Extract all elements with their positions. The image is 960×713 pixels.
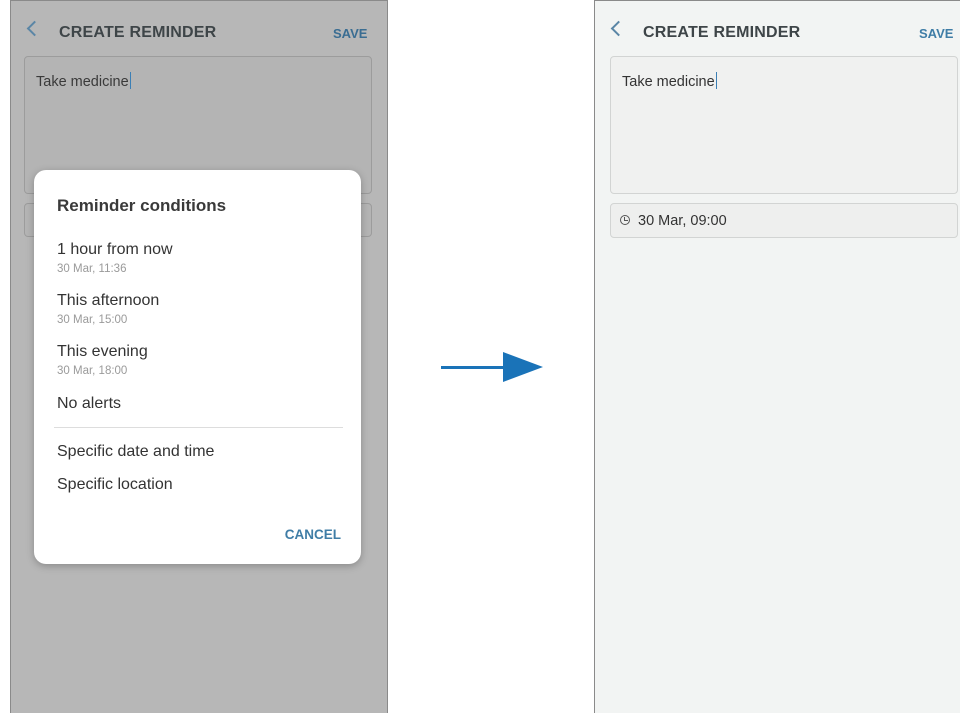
option-this-evening[interactable]: This evening 30 Mar, 18:00 [57,343,148,377]
phone-screen-with-dialog: CREATE REMINDER SAVE Take medicine Remin… [10,0,388,713]
option-time: 30 Mar, 18:00 [57,365,128,377]
reminder-conditions-dialog: Reminder conditions 1 hour from now 30 M… [34,170,361,564]
option-label: This evening [57,343,148,360]
option-label: Specific date and time [57,443,215,460]
page-title: CREATE REMINDER [643,24,801,41]
option-time: 30 Mar, 15:00 [57,314,128,326]
arrow-head-icon [503,352,543,382]
clock-icon [620,215,630,225]
dialog-divider [54,427,343,428]
option-1-hour-from-now[interactable]: 1 hour from now 30 Mar, 11:36 [57,241,173,275]
option-time: 30 Mar, 11:36 [57,263,127,275]
save-button[interactable]: SAVE [919,26,953,41]
option-label: 1 hour from now [57,241,173,258]
option-specific-location[interactable]: Specific location [57,476,173,494]
transition-arrow [441,366,511,369]
text-cursor [715,72,718,89]
option-label: This afternoon [57,292,160,309]
option-this-afternoon[interactable]: This afternoon 30 Mar, 15:00 [57,292,159,326]
option-specific-date-time[interactable]: Specific date and time [57,443,214,461]
condition-text: 30 Mar, 09:00 [638,213,727,229]
note-text: Take medicine [622,74,715,90]
phone-screen-result: CREATE REMINDER SAVE Take medicine 30 Ma… [594,0,960,713]
option-label: No alerts [57,395,122,412]
app-bar: CREATE REMINDER SAVE [595,1,960,47]
note-text: Take medicine [36,74,129,90]
condition-field[interactable]: 30 Mar, 09:00 [610,203,958,238]
option-no-alerts[interactable]: No alerts [57,395,121,413]
save-button[interactable]: SAVE [333,26,367,41]
app-bar: CREATE REMINDER SAVE [11,1,387,47]
back-chevron-icon[interactable] [610,20,627,37]
note-input[interactable]: Take medicine [610,56,958,194]
back-chevron-icon[interactable] [26,20,43,37]
text-cursor [129,72,132,89]
dialog-title: Reminder conditions [57,196,227,215]
page-title: CREATE REMINDER [59,24,217,41]
cancel-button[interactable]: CANCEL [285,527,341,542]
option-label: Specific location [57,476,173,493]
